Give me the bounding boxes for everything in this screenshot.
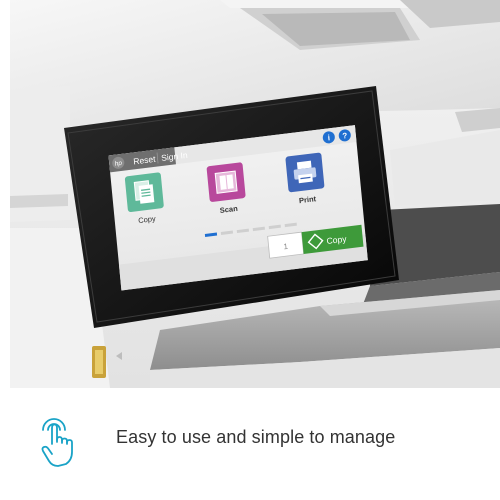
caption-text: Easy to use and simple to manage [116, 427, 396, 447]
printer-photo: hp Reset Sign In i ? Copy Scan Print 1 C… [0, 0, 500, 388]
scan-icon [214, 170, 238, 194]
touch-hand-icon [41, 418, 73, 467]
hp-logo-text: hp [114, 160, 122, 168]
svg-text:?: ? [342, 131, 348, 141]
